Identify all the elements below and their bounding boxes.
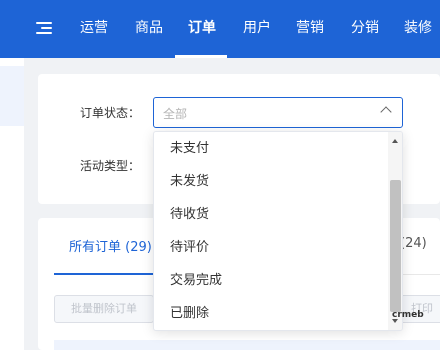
- chevron-up-icon: [380, 106, 392, 118]
- nav-item-operations[interactable]: 运营: [80, 0, 108, 58]
- option-unshipped[interactable]: 未发货: [154, 165, 386, 198]
- option-awaiting-review[interactable]: 待评价: [154, 231, 386, 264]
- table-header: [54, 340, 440, 350]
- nav-item-orders[interactable]: 订单: [188, 0, 216, 58]
- sidebar: [0, 58, 24, 350]
- scroll-up-arrow-icon[interactable]: [392, 139, 398, 143]
- batch-delete-button[interactable]: 批量删除订单: [54, 295, 154, 323]
- select-placeholder: 全部: [163, 107, 188, 121]
- nav-item-marketing[interactable]: 营销: [296, 0, 324, 58]
- nav-item-decoration[interactable]: 装修: [404, 0, 432, 58]
- watermark-logo: crmeb: [392, 310, 424, 320]
- nav-item-users[interactable]: 用户: [243, 0, 271, 58]
- order-status-select[interactable]: 全部: [153, 97, 403, 128]
- option-completed[interactable]: 交易完成: [154, 264, 386, 297]
- sidebar-selected-item[interactable]: [0, 66, 24, 126]
- option-deleted[interactable]: 已删除: [154, 297, 386, 330]
- tab-all-orders[interactable]: 所有订单 (29): [69, 236, 152, 255]
- scrollbar-thumb[interactable]: [390, 180, 401, 312]
- menu-toggle-icon[interactable]: [36, 20, 52, 36]
- nav-item-distribution[interactable]: 分销: [351, 0, 379, 58]
- option-awaiting-receipt[interactable]: 待收货: [154, 198, 386, 231]
- activity-type-label: 活动类型：: [80, 159, 141, 173]
- nav-active-indicator: [175, 55, 227, 58]
- tab-partial[interactable]: (24): [400, 236, 427, 251]
- order-status-dropdown: 未支付 未发货 待收货 待评价 交易完成 已删除: [153, 131, 403, 331]
- order-status-label: 订单状态：: [80, 106, 141, 120]
- dropdown-scrollbar[interactable]: [388, 132, 402, 330]
- option-unpaid[interactable]: 未支付: [154, 132, 386, 165]
- top-nav-bar: 运营 商品 订单 用户 营销 分销 装修: [0, 0, 440, 58]
- tab-active-indicator: [54, 273, 154, 275]
- nav-item-products[interactable]: 商品: [135, 0, 163, 58]
